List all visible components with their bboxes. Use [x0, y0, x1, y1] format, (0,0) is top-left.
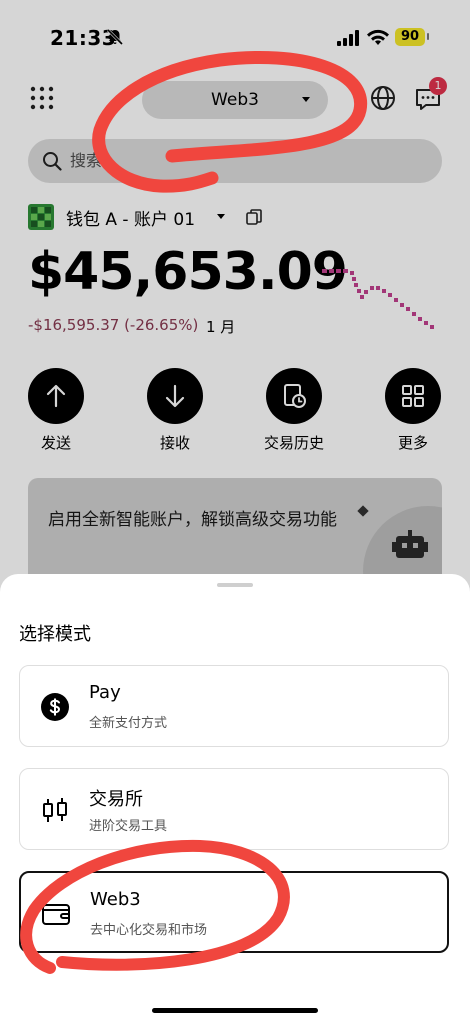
option-title: Web3 — [90, 889, 141, 910]
option-title: Pay — [89, 682, 121, 703]
home-indicator[interactable] — [152, 1008, 318, 1013]
mode-select-sheet: 选择模式 Pay 全新支付方式 交易所 进阶交易工具 Web3 去中心化交易和市… — [0, 574, 470, 1024]
dollar-coin-icon — [41, 693, 69, 721]
candlestick-icon — [43, 798, 67, 822]
option-subtitle: 进阶交易工具 — [89, 819, 168, 834]
option-subtitle: 去中心化交易和市场 — [90, 923, 208, 938]
mode-option-exchange[interactable]: 交易所 进阶交易工具 — [19, 768, 449, 850]
sheet-drag-handle[interactable] — [217, 583, 253, 587]
mode-option-pay[interactable]: Pay 全新支付方式 — [19, 665, 449, 747]
wallet-icon — [42, 904, 70, 925]
sheet-title: 选择模式 — [19, 624, 91, 645]
mode-option-web3[interactable]: Web3 去中心化交易和市场 — [19, 871, 449, 953]
option-subtitle: 全新支付方式 — [89, 716, 168, 731]
option-title: 交易所 — [89, 789, 143, 810]
